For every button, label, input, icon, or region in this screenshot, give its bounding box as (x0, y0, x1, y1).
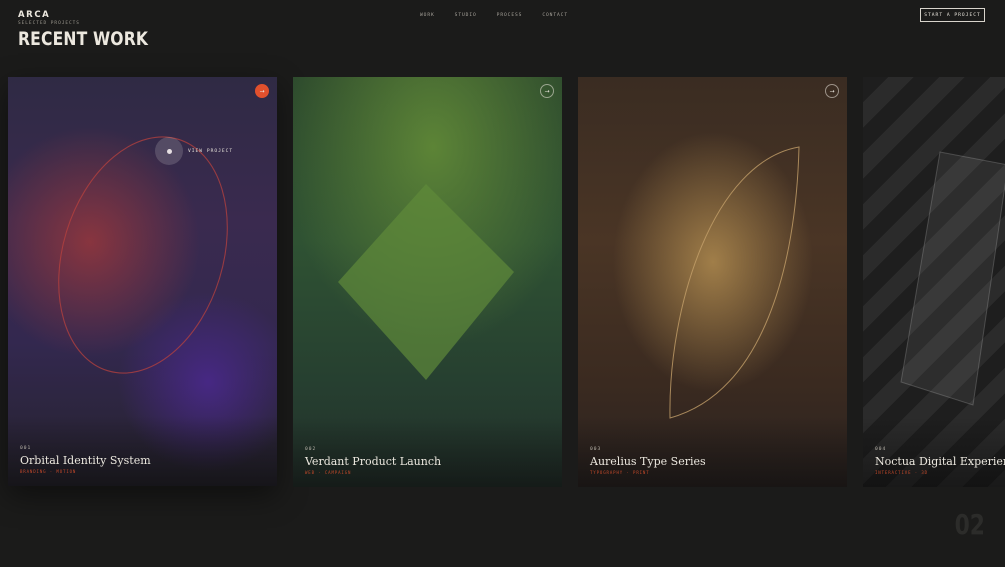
card-tags: BRANDING · MOTION (20, 469, 77, 474)
card-number: 002 (305, 447, 317, 452)
arrow-right-icon[interactable]: → (825, 84, 839, 98)
card-tags: TYPOGRAPHY · PRINT (590, 470, 650, 475)
nav-process[interactable]: PROCESS (497, 13, 523, 18)
project-card-noctua[interactable]: 004 Noctua Digital Experience INTERACTIV… (863, 77, 1005, 487)
nav-work[interactable]: WORK (420, 13, 435, 18)
nav-contact[interactable]: CONTACT (542, 13, 568, 18)
card-number: 004 (875, 447, 887, 452)
card-tags: WEB · CAMPAIGN (305, 470, 352, 475)
main-nav: WORK STUDIO PROCESS CONTACT (420, 13, 588, 18)
card-shade (578, 417, 847, 487)
cursor-dot-icon (166, 148, 172, 154)
arrow-right-icon[interactable]: → (255, 84, 269, 98)
page-indicator: 02 (954, 508, 985, 541)
card-title: Orbital Identity System (20, 454, 151, 467)
card-shade (8, 416, 277, 486)
card-title: Aurelius Type Series (590, 455, 706, 468)
card-shade (293, 417, 562, 487)
project-card-aurelius[interactable]: → 003 Aurelius Type Series TYPOGRAPHY · … (578, 77, 847, 487)
card-number: 001 (20, 446, 32, 451)
brand-logo[interactable]: ARCA SELECTED PROJECTS (18, 10, 80, 27)
page-title: RECENT WORK (18, 28, 149, 50)
card-tags: INTERACTIVE · 3D (875, 470, 928, 475)
card-title: Verdant Product Launch (305, 455, 442, 468)
arrow-right-icon[interactable]: → (540, 84, 554, 98)
nav-studio[interactable]: STUDIO (455, 13, 477, 18)
card-shade (863, 417, 1005, 487)
card-title: Noctua Digital Experience (875, 455, 1005, 468)
card-number: 003 (590, 447, 602, 452)
brand-name: ARCA (18, 10, 51, 20)
project-card-orbital[interactable]: VIEW PROJECT → 001 Orbital Identity Syst… (8, 77, 277, 486)
view-project-cursor (155, 137, 183, 165)
start-project-button[interactable]: START A PROJECT (920, 8, 985, 22)
project-card-verdant[interactable]: → 002 Verdant Product Launch WEB · CAMPA… (293, 77, 562, 487)
view-project-label: VIEW PROJECT (188, 149, 234, 154)
brand-subtitle: SELECTED PROJECTS (18, 21, 80, 26)
